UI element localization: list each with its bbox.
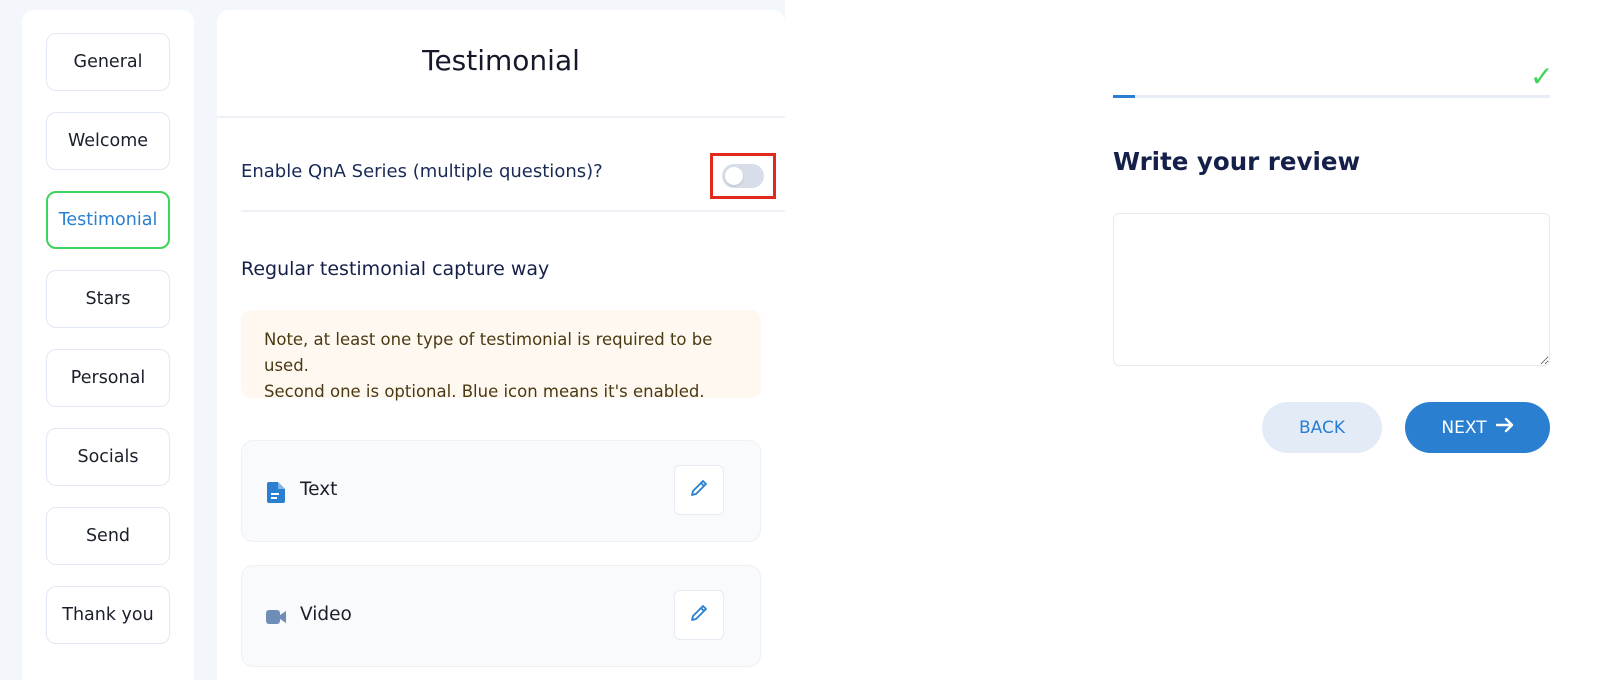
- type-label-text: Text: [300, 479, 338, 500]
- pencil-icon: [689, 603, 709, 627]
- document-icon: [266, 481, 286, 503]
- review-textarea[interactable]: [1113, 213, 1550, 366]
- step-send[interactable]: Send: [46, 507, 170, 565]
- step-stars[interactable]: Stars: [46, 270, 170, 328]
- note-line-1: Note, at least one type of testimonial i…: [264, 330, 713, 375]
- review-title: Write your review: [1113, 147, 1361, 176]
- step-personal[interactable]: Personal: [46, 349, 170, 407]
- back-button-label: BACK: [1298, 417, 1345, 438]
- checkmark-icon: ✓: [1530, 60, 1554, 93]
- note-box: Note, at least one type of testimonial i…: [241, 310, 761, 401]
- next-button[interactable]: NEXT: [1405, 402, 1550, 453]
- progress-bar: [1113, 95, 1550, 98]
- toggle-highlight: [710, 153, 776, 199]
- qna-series-label: Enable QnA Series (multiple questions)?: [241, 161, 603, 182]
- pencil-icon: [689, 478, 709, 502]
- testimonial-type-video: Video: [241, 565, 761, 667]
- type-label-video: Video: [300, 604, 352, 625]
- step-welcome[interactable]: Welcome: [46, 112, 170, 170]
- section-title: Regular testimonial capture way: [241, 258, 550, 280]
- steps-sidebar: General Welcome Testimonial Stars Person…: [22, 10, 194, 680]
- back-button[interactable]: BACK: [1262, 402, 1382, 453]
- next-button-label: NEXT: [1441, 417, 1487, 438]
- step-general[interactable]: General: [46, 33, 170, 91]
- testimonial-settings-panel: Testimonial Enable QnA Series (multiple …: [217, 10, 785, 680]
- divider: [217, 116, 785, 118]
- edit-video-button[interactable]: [674, 590, 724, 640]
- note-line-2: Second one is optional. Blue icon means …: [264, 382, 705, 401]
- progress-fill: [1113, 95, 1135, 98]
- edit-text-button[interactable]: [674, 465, 724, 515]
- divider: [241, 210, 785, 212]
- step-socials[interactable]: Socials: [46, 428, 170, 486]
- step-thank-you[interactable]: Thank you: [46, 586, 170, 644]
- step-testimonial[interactable]: Testimonial: [46, 191, 170, 249]
- arrow-right-icon: [1495, 417, 1514, 438]
- panel-title: Testimonial: [422, 44, 580, 77]
- video-camera-icon: [266, 606, 286, 628]
- form-preview: ✓ Write your review BACK NEXT: [785, 0, 1600, 680]
- toggle-knob: [725, 167, 743, 185]
- qna-series-toggle[interactable]: [722, 164, 764, 188]
- testimonial-type-text: Text: [241, 440, 761, 542]
